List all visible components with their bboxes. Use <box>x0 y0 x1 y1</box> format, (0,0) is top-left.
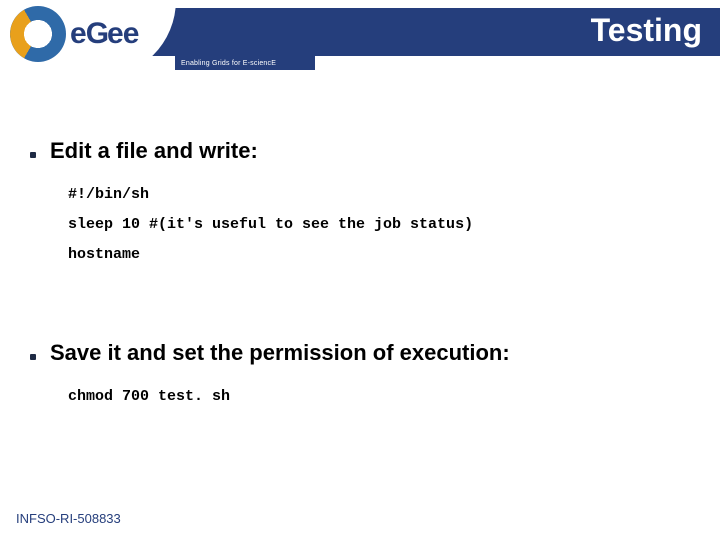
code-block: chmod 700 test. sh <box>68 382 690 412</box>
page-title: Testing <box>591 12 702 49</box>
content: Edit a file and write: #!/bin/sh sleep 1… <box>30 130 690 412</box>
bullet-item: Save it and set the permission of execut… <box>30 340 690 366</box>
code-block: #!/bin/sh sleep 10 #(it's useful to see … <box>68 180 690 270</box>
footer-ref: INFSO-RI-508833 <box>16 511 121 526</box>
bullet-dot-icon <box>30 152 36 158</box>
bullet-item: Edit a file and write: <box>30 138 690 164</box>
bullet-text: Save it and set the permission of execut… <box>50 340 510 366</box>
logo-arc-icon <box>10 6 66 62</box>
header-subtitle: Enabling Grids for E-sciencE <box>181 60 276 67</box>
bullet-dot-icon <box>30 354 36 360</box>
logo: eGee <box>10 4 170 64</box>
logo-text: eGee <box>70 17 138 51</box>
bullet-text: Edit a file and write: <box>50 138 258 164</box>
slide: eGee Enabling Grids for E-sciencE Testin… <box>0 0 720 540</box>
header-subband: Enabling Grids for E-sciencE <box>175 56 315 70</box>
